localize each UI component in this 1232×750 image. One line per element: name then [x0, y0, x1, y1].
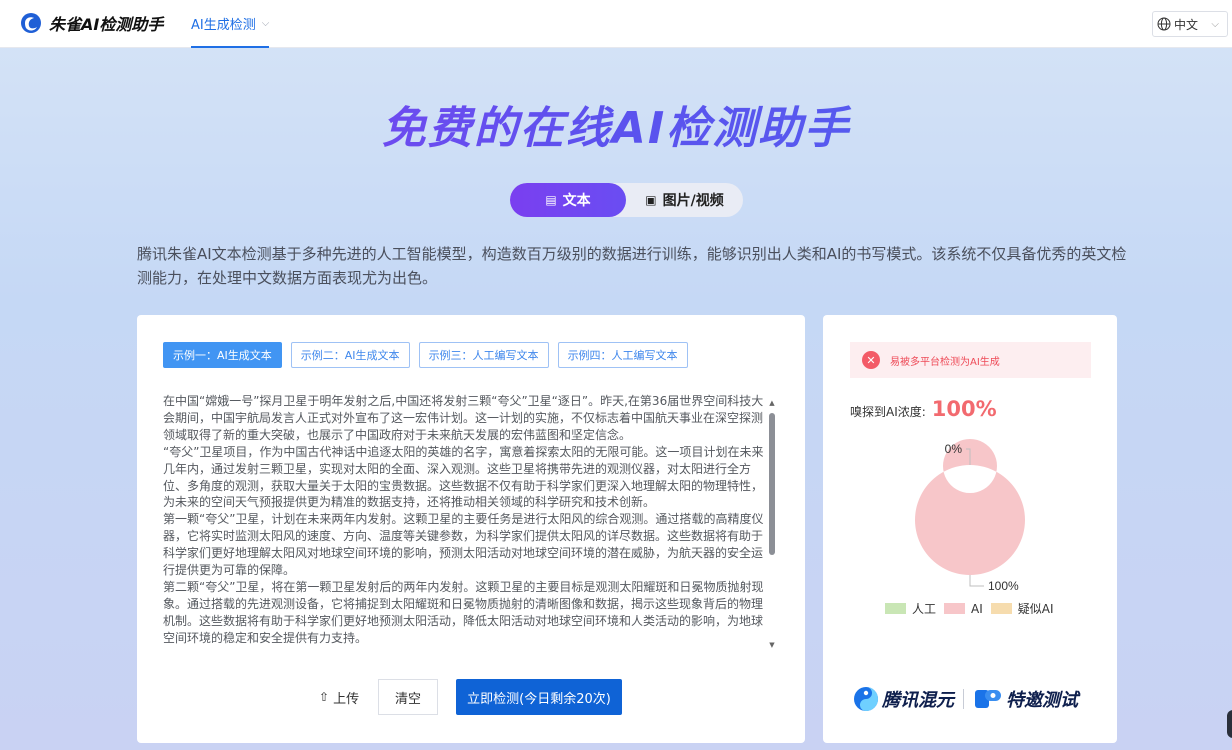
scroll-up-icon[interactable]: ▲ [768, 399, 776, 407]
partner-hunyuan: 腾讯混元 [882, 690, 954, 711]
text-paragraph: “夸父”卫星项目，作为中国古代神话中追逐太阳的英雄的名字，寓意着探索太阳的无限可… [163, 444, 764, 510]
legend-swatch [944, 603, 966, 614]
legend-label: 人工 [912, 602, 937, 616]
chevron-down-icon: ⌵ [1211, 18, 1219, 30]
legend-swatch [885, 603, 906, 614]
concentration-label: 嗅探到AI浓度: [850, 405, 926, 419]
document-icon: ▤ [545, 193, 557, 207]
text-paragraph: 第二颗“夸父”卫星，将在第一颗卫星发射后的两年内发射。这颗卫星的主要目标是观测太… [163, 579, 764, 645]
chart-legend: 人工 AI 疑似AI [885, 600, 1062, 617]
upload-button[interactable]: ⇧ 上传 [319, 679, 359, 715]
legend-label: AI [971, 601, 983, 616]
legend-item-ai[interactable]: AI [944, 602, 983, 616]
invited-test-logo-icon [975, 690, 1001, 708]
language-label: 中文 [1174, 17, 1199, 32]
text-input-panel: 示例一：AI生成文本 示例二：AI生成文本 示例三：人工编写文本 示例四：人工编… [137, 315, 805, 743]
concentration-value: 100% [931, 397, 997, 421]
data-label-top: 0% [945, 442, 963, 456]
ai-concentration: 嗅探到AI浓度: 100% [850, 397, 997, 421]
page-title: 免费的在线AI检测助手 [0, 92, 1232, 156]
leader-line-bottom [969, 575, 984, 587]
upload-label: 上传 [333, 691, 360, 707]
detect-button[interactable]: 立即检测(今日剩余20次) [456, 679, 622, 715]
example-2-button[interactable]: 示例二：AI生成文本 [290, 342, 410, 368]
globe-icon [1157, 17, 1171, 31]
partner-divider [963, 689, 964, 709]
error-icon: ✕ [862, 351, 880, 369]
scrollbar-thumb[interactable] [769, 413, 775, 555]
intro-text: 腾讯朱雀AI文本检测基于多种先进的人工智能模型，构造数百万级别的数据进行训练，能… [137, 245, 1127, 287]
hunyuan-logo-icon [854, 687, 878, 711]
legend-item-human[interactable]: 人工 [885, 600, 936, 617]
mode-toggle: ▤ 文本 ▣ 图片/视频 [510, 183, 743, 217]
tab-image-video-label: 图片/视频 [662, 193, 724, 209]
scroll-down-icon[interactable]: ▼ [768, 641, 776, 649]
legend-label: 疑似AI [1017, 602, 1054, 616]
example-4-button[interactable]: 示例四：人工编写文本 [557, 342, 688, 368]
example-1-button[interactable]: 示例一：AI生成文本 [163, 342, 282, 368]
legend-item-suspected-ai[interactable]: 疑似AI [990, 600, 1054, 617]
image-icon: ▣ [645, 193, 657, 207]
action-bar: ⇧ 上传 清空 立即检测(今日剩余20次) [137, 679, 805, 715]
example-buttons: 示例一：AI生成文本 示例二：AI生成文本 示例三：人工编写文本 示例四：人工编… [163, 342, 688, 368]
top-navigation: 朱雀AI检测助手 AI生成检测 ⌵ 中文 ⌵ [0, 0, 1232, 48]
ai-ratio-donut-chart: 0% 100% [914, 439, 1025, 593]
example-3-button[interactable]: 示例三：人工编写文本 [418, 342, 549, 368]
partner-invited-test: 特邀测试 [1006, 690, 1078, 711]
result-alert: ✕ 易被多平台检测为AI生成 [850, 342, 1091, 378]
zhuque-logo-icon [21, 13, 41, 33]
result-panel: ✕ 易被多平台检测为AI生成 嗅探到AI浓度: 100% 0% 100% 人工 A… [823, 315, 1117, 743]
clear-button[interactable]: 清空 [378, 679, 438, 715]
brand[interactable]: 朱雀AI检测助手 [20, 10, 163, 36]
data-label-bottom: 100% [988, 579, 1019, 593]
language-select[interactable]: 中文 ⌵ [1152, 11, 1228, 37]
text-scrollbar[interactable]: ▲ ▼ [768, 399, 776, 649]
tab-ai-detection[interactable]: AI生成检测 ⌵ [191, 0, 269, 48]
text-input[interactable]: 在中国“嫦娥一号”探月卫星于明年发射之后,中国还将发射三颗“夸父”卫星“逐日”。… [163, 393, 767, 653]
legend-swatch [990, 603, 1012, 614]
partner-logos: 腾讯混元 特邀测试 [853, 683, 1078, 715]
alert-text: 易被多平台检测为AI生成 [890, 356, 1000, 368]
app-name: 朱雀AI检测助手 [49, 15, 164, 34]
tab-text-label: 文本 [562, 193, 591, 209]
tab-ai-detection-label: AI生成检测 [191, 17, 256, 33]
chevron-down-icon: ⌵ [261, 17, 270, 29]
floating-widget-edge[interactable] [1227, 710, 1232, 738]
text-paragraph: 第一颗“夸父”卫星，计划在未来两年内发射。这颗卫星的主要任务是进行太阳风的综合观… [163, 512, 764, 578]
tab-text[interactable]: ▤ 文本 [510, 183, 626, 217]
upload-icon: ⇧ [319, 690, 330, 704]
text-paragraph: 在中国“嫦娥一号”探月卫星于明年发射之后,中国还将发射三颗“夸父”卫星“逐日”。… [163, 394, 764, 442]
tab-image-video[interactable]: ▣ 图片/视频 [626, 183, 743, 217]
